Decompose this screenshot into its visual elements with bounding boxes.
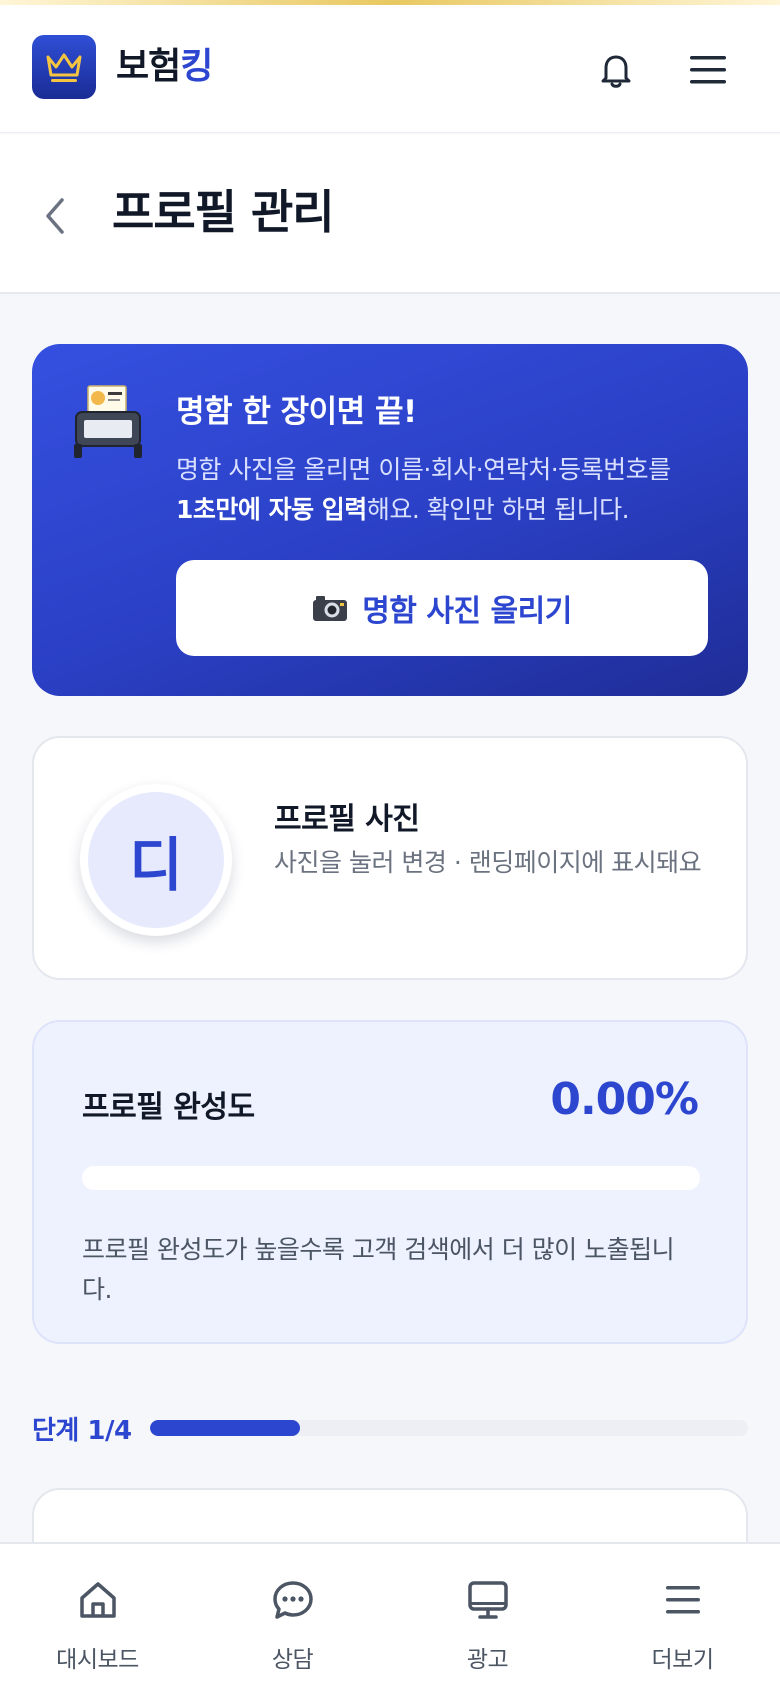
- brand-name-part1: 보험: [116, 46, 181, 87]
- nav-item-more[interactable]: 더보기: [585, 1544, 780, 1688]
- promo-description: 명함 사진을 올리면 이름·회사·연락처·등록번호를 1초만에 자동 입력해요.…: [176, 450, 716, 530]
- profile-photo-title: 프로필 사진: [274, 802, 420, 837]
- crown-logo-icon: [46, 53, 82, 82]
- profile-management-page: 보험킹 프로필 관리 명함 한 장이면 끝! 명함 사진을 올리면 이름·회사·…: [0, 0, 780, 1688]
- app-logo[interactable]: [32, 35, 96, 99]
- chat-bubble-icon: [273, 1581, 313, 1619]
- nav-label-dashboard: 대시보드: [56, 1647, 139, 1673]
- scanner-icon: [74, 385, 142, 458]
- avatar[interactable]: 디: [80, 784, 232, 936]
- profile-photo-description: 사진을 눌러 변경 · 랜딩페이지에 표시돼요: [274, 848, 702, 877]
- business-card-promo: 명함 한 장이면 끝! 명함 사진을 올리면 이름·회사·연락처·등록번호를 1…: [32, 344, 748, 696]
- completion-progress-bar: [82, 1166, 700, 1190]
- nav-item-consultation[interactable]: 상담: [195, 1544, 390, 1688]
- brand-name[interactable]: 보험킹: [116, 45, 213, 89]
- bottom-navigation: 대시보드 상담 광고 더보기: [0, 1542, 780, 1688]
- nav-item-dashboard[interactable]: 대시보드: [0, 1544, 195, 1688]
- home-icon: [80, 1582, 116, 1618]
- bell-icon[interactable]: [596, 50, 636, 90]
- nav-label-consultation: 상담: [271, 1647, 314, 1673]
- completion-value: 0.00%: [550, 1074, 699, 1125]
- upload-business-card-button[interactable]: 명함 사진 올리기: [176, 560, 708, 656]
- profile-photo-card[interactable]: 디 프로필 사진 사진을 눌러 변경 · 랜딩페이지에 표시돼요: [32, 736, 748, 980]
- completion-label: 프로필 완성도: [82, 1090, 255, 1125]
- profile-completion-card: 프로필 완성도 0.00% 프로필 완성도가 높을수록 고객 검색에서 더 많이…: [32, 1020, 748, 1344]
- step-progress-bar: [150, 1420, 748, 1436]
- completion-description: 프로필 완성도가 높을수록 고객 검색에서 더 많이 노출됩니다.: [82, 1235, 675, 1304]
- menu-icon: [666, 1586, 700, 1614]
- brand-name-part2: 킹: [180, 46, 213, 87]
- monitor-icon: [468, 1581, 508, 1619]
- nav-item-ads[interactable]: 광고: [390, 1544, 585, 1688]
- page-title: 프로필 관리: [112, 185, 335, 239]
- nav-label-ads: 광고: [466, 1647, 509, 1673]
- avatar-initial: 디: [129, 831, 183, 899]
- page-title-bar: 프로필 관리: [0, 134, 780, 294]
- promo-desc-tail: 해요. 확인만 하면 됩니다.: [366, 495, 630, 524]
- hamburger-menu-icon[interactable]: [688, 53, 728, 87]
- step-indicator-label: 단계 1/4: [32, 1416, 132, 1446]
- upload-button-label: 명함 사진 올리기: [362, 594, 572, 629]
- step-progress-fill: [150, 1420, 300, 1436]
- chevron-left-icon[interactable]: [40, 196, 70, 236]
- promo-desc-bold: 1초만에 자동 입력: [176, 495, 367, 524]
- app-header: 보험킹: [0, 5, 780, 133]
- camera-icon: [313, 596, 348, 621]
- promo-desc-line1: 명함 사진을 올리면 이름·회사·연락처·등록번호를: [176, 455, 671, 484]
- nav-label-more: 더보기: [651, 1647, 714, 1673]
- promo-title: 명함 한 장이면 끝!: [176, 394, 417, 430]
